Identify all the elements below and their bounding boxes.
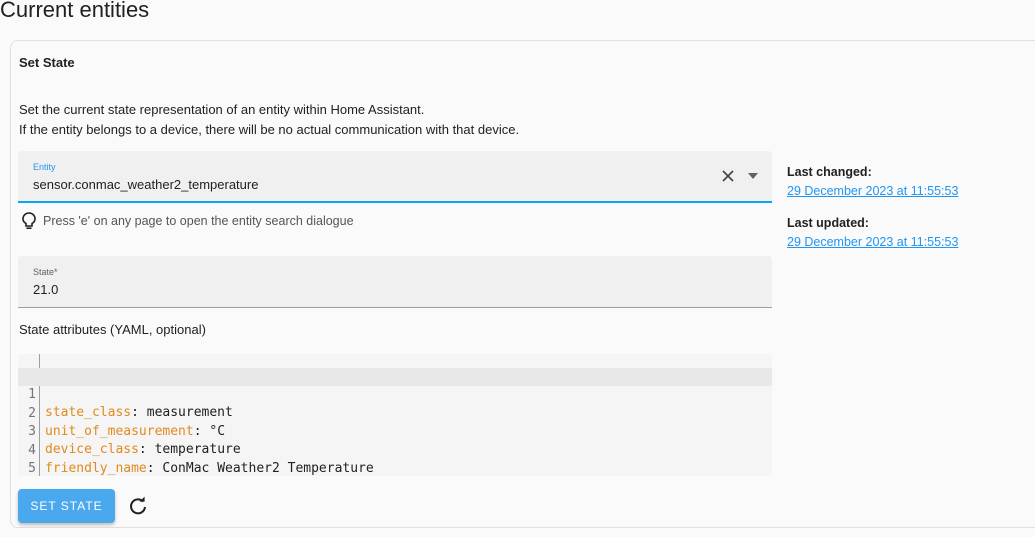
code-line[interactable]: 3 device_class: temperature [18, 405, 772, 457]
close-icon[interactable] [720, 168, 736, 184]
code-line[interactable]: 2 unit_of_measurement: °C [18, 387, 772, 439]
page-title: Current entities [0, 0, 150, 22]
last-updated-label: Last updated: [787, 216, 869, 230]
lightbulb-outline-icon [22, 212, 36, 229]
entity-field-label: Entity [33, 162, 56, 172]
set-state-button[interactable]: SET STATE [18, 489, 115, 523]
refresh-icon[interactable] [128, 496, 148, 516]
code-line[interactable]: 5 [18, 442, 772, 476]
code-line[interactable]: 4 friendly_name: ConMac Weather2 Tempera… [18, 424, 772, 476]
description-line-1: Set the current state representation of … [19, 102, 425, 117]
last-changed-label: Last changed: [787, 165, 872, 179]
code-line[interactable]: 1 state_class: measurement [18, 368, 772, 420]
card-title: Set State [19, 55, 75, 70]
yaml-code-editor[interactable]: 1 state_class: measurement 2 unit_of_mea… [18, 354, 772, 476]
menu-down-icon[interactable] [747, 171, 759, 181]
hint-text: Press 'e' on any page to open the entity… [43, 214, 354, 228]
set-state-card: Set State Set the current state represen… [10, 40, 1035, 528]
entity-field-value[interactable]: sensor.conmac_weather2_temperature [33, 177, 258, 192]
last-changed-link[interactable]: 29 December 2023 at 11:55:53 [787, 184, 958, 198]
state-field-label: State* [33, 267, 58, 277]
line-number: 5 [28, 461, 36, 476]
description-line-2: If the entity belongs to a device, there… [19, 122, 520, 137]
state-field[interactable]: State* 21.0 [18, 256, 772, 308]
entity-picker[interactable]: Entity sensor.conmac_weather2_temperatur… [18, 151, 772, 203]
entity-search-hint: Press 'e' on any page to open the entity… [21, 211, 354, 231]
card-description: Set the current state representation of … [19, 100, 519, 140]
last-updated-link[interactable]: 29 December 2023 at 11:55:53 [787, 235, 958, 249]
yaml-value: : ConMac Weather2 Temperature [146, 461, 374, 476]
attributes-label: State attributes (YAML, optional) [19, 322, 206, 337]
state-field-value[interactable]: 21.0 [33, 282, 58, 297]
